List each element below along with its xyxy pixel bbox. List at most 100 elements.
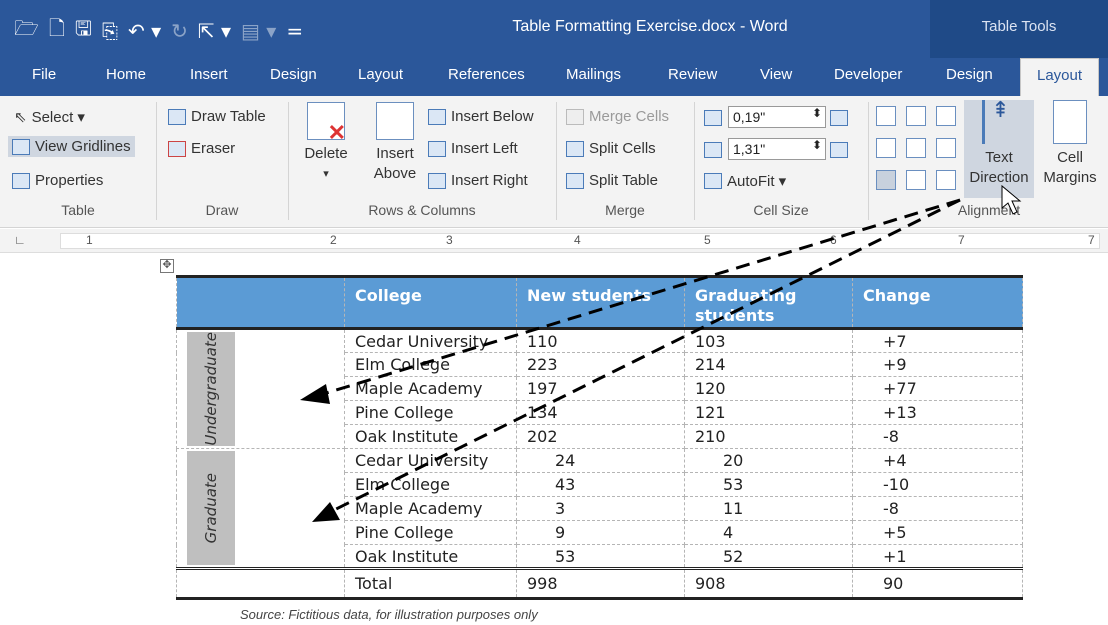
table-cell[interactable]: +77 <box>852 376 1023 401</box>
insert-above-button[interactable]: Insert Above <box>368 102 422 184</box>
draw-table-button[interactable]: Draw Table <box>168 108 266 125</box>
properties-button[interactable]: Properties <box>12 172 103 189</box>
insert-left-button[interactable]: Insert Left <box>428 140 518 157</box>
tab-home[interactable]: Home <box>106 66 146 83</box>
align-top-right-icon[interactable] <box>936 106 956 126</box>
table-cell[interactable]: 20 <box>684 448 853 473</box>
table-cell[interactable]: Elm College <box>344 352 517 377</box>
select-button[interactable]: ⇖ Select ▾ <box>14 108 85 126</box>
table-cell[interactable]: 908 <box>684 567 853 600</box>
table-cell[interactable]: Elm College <box>344 472 517 497</box>
table-cell[interactable]: +4 <box>852 448 1023 473</box>
table-cell[interactable]: 110 <box>516 328 685 353</box>
tab-table-layout[interactable]: Layout <box>1020 58 1100 96</box>
align-center-left-icon[interactable] <box>876 138 896 158</box>
align-bottom-center-icon[interactable] <box>906 170 926 190</box>
tab-file[interactable]: File <box>32 66 56 83</box>
header-cell[interactable] <box>176 275 345 330</box>
merge-cells-button[interactable]: Merge Cells <box>566 108 669 125</box>
table-cell[interactable]: 120 <box>684 376 853 401</box>
align-top-center-icon[interactable] <box>906 106 926 126</box>
align-bottom-right-icon[interactable] <box>936 170 956 190</box>
tab-design[interactable]: Design <box>270 66 317 83</box>
column-width-spinner-icon[interactable]: ⬍ <box>812 138 822 152</box>
new-document-icon[interactable]: 🗋 <box>49 14 65 48</box>
table-cell[interactable]: Cedar University <box>344 448 517 473</box>
table-cell[interactable]: 121 <box>684 400 853 425</box>
table-cell[interactable]: 4 <box>684 520 853 545</box>
table-move-handle-icon[interactable]: ✥ <box>160 259 174 273</box>
horizontal-ruler[interactable]: ∟ 1 2 3 4 5 6 7 7 <box>0 229 1108 253</box>
tab-references[interactable]: References <box>448 66 525 83</box>
table-cell[interactable]: 43 <box>516 472 685 497</box>
table-cell[interactable]: Pine College <box>344 400 517 425</box>
tab-view[interactable]: View <box>760 66 792 83</box>
redo-icon[interactable]: ↻ <box>171 19 188 43</box>
undo-icon[interactable]: ↶ ▾ <box>128 19 161 43</box>
cell-margins-button[interactable]: Cell Margins <box>1038 100 1102 188</box>
table-cell[interactable]: Maple Academy <box>344 376 517 401</box>
align-center-right-icon[interactable] <box>936 138 956 158</box>
view-gridlines-button[interactable]: View Gridlines <box>8 136 135 157</box>
split-cells-button[interactable]: Split Cells <box>566 140 656 157</box>
save-icon[interactable]: 🖫 <box>75 14 92 48</box>
table-cell[interactable]: 53 <box>516 544 685 569</box>
header-cell[interactable]: Change <box>852 275 1023 330</box>
table-cell[interactable]: 52 <box>684 544 853 569</box>
table-cell[interactable]: 3 <box>516 496 685 521</box>
eraser-button[interactable]: Eraser <box>168 140 235 157</box>
tab-mailings[interactable]: Mailings <box>566 66 621 83</box>
table-cell[interactable] <box>176 567 345 600</box>
tab-insert[interactable]: Insert <box>190 66 228 83</box>
table-cell[interactable]: 103 <box>684 328 853 353</box>
table-cell[interactable]: 24 <box>516 448 685 473</box>
autofit-button[interactable]: AutoFit ▾ <box>704 172 786 190</box>
table-cell[interactable]: Oak Institute <box>344 544 517 569</box>
group-label-cell[interactable]: Graduate <box>176 448 345 569</box>
document-page[interactable]: ✥ College New students Graduating studen… <box>0 253 1108 625</box>
table-cell[interactable]: +5 <box>852 520 1023 545</box>
table-cell[interactable]: 53 <box>684 472 853 497</box>
row-height-spinner-icon[interactable]: ⬍ <box>812 106 822 120</box>
tab-table-design[interactable]: Design <box>946 66 993 83</box>
table-cell[interactable]: 223 <box>516 352 685 377</box>
distribute-rows-icon[interactable] <box>830 110 848 126</box>
tab-review[interactable]: Review <box>668 66 717 83</box>
insert-right-button[interactable]: Insert Right <box>428 172 528 189</box>
table-cell[interactable]: 90 <box>852 567 1023 600</box>
table-cell[interactable]: 134 <box>516 400 685 425</box>
tab-stop-icon[interactable]: ∟ <box>14 233 26 247</box>
split-table-button[interactable]: Split Table <box>566 172 658 189</box>
table-cell[interactable]: 214 <box>684 352 853 377</box>
insert-below-button[interactable]: Insert Below <box>428 108 534 125</box>
table-cell[interactable]: +9 <box>852 352 1023 377</box>
customize-qat-icon[interactable]: = <box>286 19 303 43</box>
table-cell[interactable]: Oak Institute <box>344 424 517 449</box>
table-cell[interactable]: -8 <box>852 496 1023 521</box>
data-table[interactable]: College New students Graduating students… <box>176 275 1023 600</box>
table-cell[interactable]: +7 <box>852 328 1023 353</box>
more-commands-icon[interactable]: ▤ ▾ <box>241 19 276 43</box>
table-cell[interactable]: 202 <box>516 424 685 449</box>
table-cell[interactable]: Cedar University <box>344 328 517 353</box>
table-cell[interactable]: +13 <box>852 400 1023 425</box>
tab-developer[interactable]: Developer <box>834 66 902 83</box>
header-cell[interactable]: New students <box>516 275 685 330</box>
table-cell[interactable]: 11 <box>684 496 853 521</box>
table-cell[interactable]: Pine College <box>344 520 517 545</box>
table-cell[interactable]: -8 <box>852 424 1023 449</box>
touch-mode-icon[interactable]: ⇱ ▾ <box>198 19 231 43</box>
header-cell[interactable]: College <box>344 275 517 330</box>
group-label-cell[interactable]: Undergraduate <box>176 328 345 449</box>
align-top-left-icon[interactable] <box>876 106 896 126</box>
save-as-icon[interactable]: ⎘ <box>102 19 118 43</box>
table-cell[interactable]: 210 <box>684 424 853 449</box>
distribute-columns-icon[interactable] <box>830 142 848 158</box>
tab-layout[interactable]: Layout <box>358 66 403 83</box>
delete-button[interactable]: ✕ Delete ▾ <box>300 102 352 184</box>
table-cell[interactable]: Maple Academy <box>344 496 517 521</box>
text-direction-button[interactable]: ⇞ Text Direction <box>964 99 1034 198</box>
align-bottom-left-icon[interactable] <box>876 170 896 190</box>
table-cell[interactable]: 9 <box>516 520 685 545</box>
table-cell[interactable]: 197 <box>516 376 685 401</box>
